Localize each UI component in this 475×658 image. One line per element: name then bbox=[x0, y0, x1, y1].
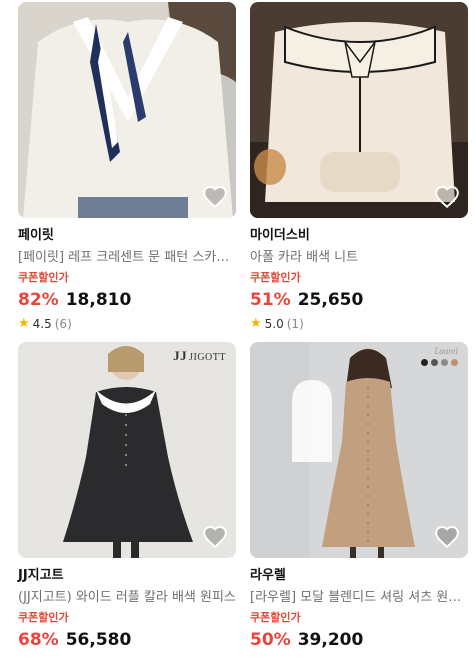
product-title[interactable]: 아폴 카라 배색 니트 bbox=[250, 248, 468, 267]
product-brand: 마이더스비 bbox=[250, 228, 310, 243]
product-card[interactable]: JJ JIGOTT JJ지고트 (JJ지고트) 와이드 러플 칼라 배색 원피스 … bbox=[18, 342, 236, 652]
rating: ★ 4.5 (6) bbox=[18, 314, 236, 334]
discount-rate: 68% bbox=[18, 630, 59, 650]
brand-watermark: JJ JIGOTT bbox=[173, 348, 226, 363]
product-image[interactable]: JJ JIGOTT bbox=[18, 342, 236, 558]
product-card[interactable]: 마이더스비 아폴 카라 배색 니트 쿠폰할인가 51% 25,650 ★ 5.0… bbox=[250, 2, 468, 334]
review-count: (6) bbox=[54, 317, 72, 331]
rating: ★ 5.0 (1) bbox=[250, 314, 468, 334]
star-icon: ★ bbox=[250, 316, 262, 331]
sale-price: 18,810 bbox=[65, 290, 132, 310]
sale-price: 39,200 bbox=[297, 630, 364, 650]
coupon-price-label: 쿠폰할인가 bbox=[250, 611, 301, 624]
price-row: 50% 39,200 bbox=[250, 628, 468, 652]
price-row: 51% 25,650 bbox=[250, 288, 468, 312]
brand-watermark: Laurel bbox=[421, 346, 458, 366]
product-title[interactable]: (JJ지고트) 와이드 러플 칼라 배색 원피스 bbox=[18, 588, 236, 607]
product-image[interactable]: Laurel bbox=[250, 342, 468, 558]
price-row: 82% 18,810 bbox=[18, 288, 236, 312]
product-card[interactable]: 페이릿 [페이릿] 레프 크레센트 문 패턴 스카프 블라우스 쿠폰할인가 82… bbox=[18, 2, 236, 334]
discount-rate: 50% bbox=[250, 630, 291, 650]
price-row: 68% 56,580 bbox=[18, 628, 236, 652]
product-brand: 라우렐 bbox=[250, 568, 286, 583]
product-title[interactable]: [라우렐] 모달 블렌디드 셔링 셔츠 원피스 bbox=[250, 588, 468, 607]
coupon-price-label: 쿠폰할인가 bbox=[18, 271, 69, 284]
rating-score: 5.0 bbox=[264, 317, 284, 331]
coupon-price-label: 쿠폰할인가 bbox=[18, 611, 69, 624]
product-title[interactable]: [페이릿] 레프 크레센트 문 패턴 스카프 블라우스 bbox=[18, 248, 236, 267]
review-count: (1) bbox=[286, 317, 304, 331]
color-swatches bbox=[421, 359, 458, 366]
rating-score: 4.5 bbox=[32, 317, 52, 331]
wishlist-heart-icon[interactable] bbox=[434, 524, 460, 550]
discount-rate: 51% bbox=[250, 290, 291, 310]
sale-price: 56,580 bbox=[65, 630, 132, 650]
product-brand: JJ지고트 bbox=[18, 568, 64, 583]
discount-rate: 82% bbox=[18, 290, 59, 310]
star-icon: ★ bbox=[18, 316, 30, 331]
coupon-price-label: 쿠폰할인가 bbox=[250, 271, 301, 284]
product-brand: 페이릿 bbox=[18, 228, 54, 243]
product-image[interactable] bbox=[250, 2, 468, 218]
sale-price: 25,650 bbox=[297, 290, 364, 310]
wishlist-heart-icon[interactable] bbox=[434, 184, 460, 210]
product-image[interactable] bbox=[18, 2, 236, 218]
wishlist-heart-icon[interactable] bbox=[202, 184, 228, 210]
wishlist-heart-icon[interactable] bbox=[202, 524, 228, 550]
product-card[interactable]: Laurel 라우렐 [라우렐] 모달 블렌디드 셔링 셔츠 원피스 쿠폰할인가… bbox=[250, 342, 468, 652]
